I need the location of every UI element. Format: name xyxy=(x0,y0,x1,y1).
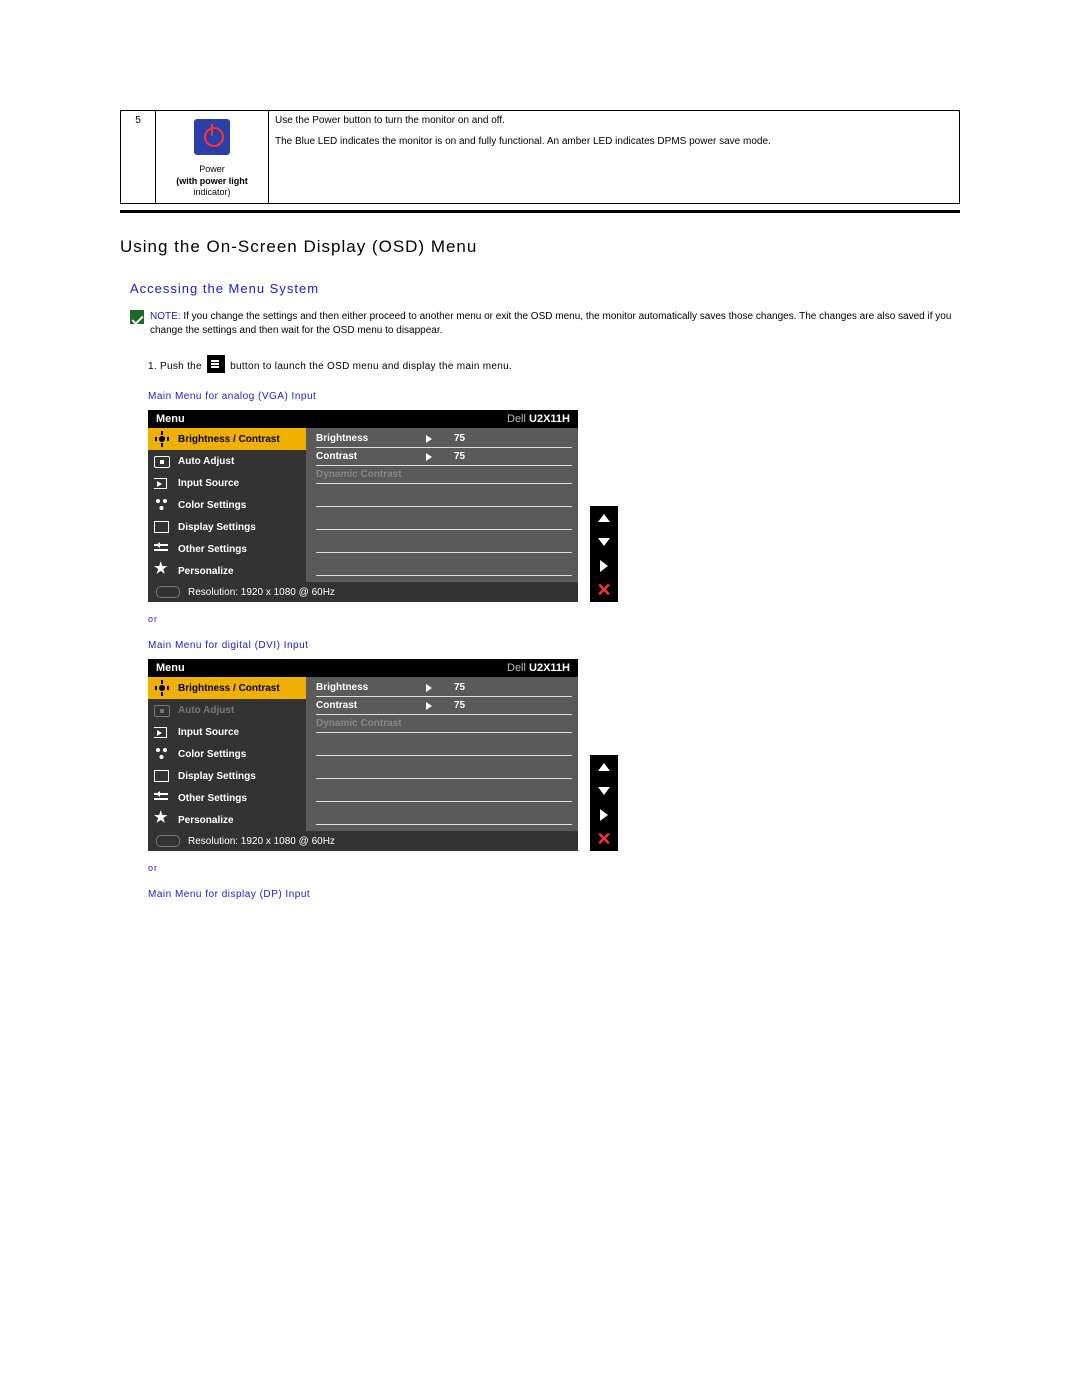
step1-post: button to launch the OSD menu and displa… xyxy=(230,361,512,372)
power-icon xyxy=(194,119,230,155)
osd-brand: Dell xyxy=(507,662,526,674)
brightness-icon xyxy=(154,431,170,447)
opt-blank xyxy=(316,733,572,756)
input-source-icon xyxy=(154,475,170,491)
nav-input-source[interactable]: Input Source xyxy=(148,472,306,494)
auto-adjust-icon xyxy=(154,705,170,717)
energy-icon xyxy=(156,835,180,847)
nav-close-button[interactable]: ✕ xyxy=(590,578,618,602)
osd-brand: Dell xyxy=(507,413,526,425)
label-vga: Main Menu for analog (VGA) Input xyxy=(148,391,960,402)
power-desc-line2: The Blue LED indicates the monitor is on… xyxy=(275,136,953,147)
opt-contrast[interactable]: Contrast75 xyxy=(316,448,572,466)
osd-panel-vga: Menu Dell U2X11H Brightness / Contrast A… xyxy=(148,410,578,602)
label-dp: Main Menu for display (DP) Input xyxy=(148,889,960,900)
opt-dynamic-contrast: Dynamic Contrast xyxy=(316,715,572,733)
personalize-icon xyxy=(154,563,170,579)
osd-panel-dvi: Menu Dell U2X11H Brightness / Contrast A… xyxy=(148,659,578,851)
opt-contrast[interactable]: Contrast75 xyxy=(316,697,572,715)
osd-footer: Resolution: 1920 x 1080 @ 60Hz xyxy=(148,582,578,602)
power-label-2: (with power light xyxy=(162,176,262,188)
osd-side-controls: ✕ xyxy=(590,755,618,851)
osd-model: U2X11H xyxy=(529,413,570,425)
osd-nav: Brightness / Contrast Auto Adjust Input … xyxy=(148,677,306,831)
osd-side-controls: ✕ xyxy=(590,506,618,602)
osd-nav: Brightness / Contrast Auto Adjust Input … xyxy=(148,428,306,582)
opt-blank xyxy=(316,553,572,576)
power-button-cell: Power (with power light indicator) xyxy=(156,111,269,204)
step-1: 1. Push the button to launch the OSD men… xyxy=(148,355,960,373)
opt-blank xyxy=(316,530,572,553)
power-label-1: Power xyxy=(162,164,262,176)
nav-display-settings[interactable]: Display Settings xyxy=(148,516,306,538)
step1-pre: 1. Push the xyxy=(148,361,202,372)
nav-input-source[interactable]: Input Source xyxy=(148,721,306,743)
note-label: NOTE: xyxy=(150,311,181,322)
power-label-3: indicator) xyxy=(162,187,262,199)
power-description: Use the Power button to turn the monitor… xyxy=(269,111,960,204)
nav-down-button[interactable] xyxy=(590,779,618,803)
nav-enter-button[interactable] xyxy=(590,803,618,827)
osd-model: U2X11H xyxy=(529,662,570,674)
osd-main: Brightness75 Contrast75 Dynamic Contrast xyxy=(306,677,578,831)
opt-brightness[interactable]: Brightness75 xyxy=(316,679,572,697)
nav-enter-button[interactable] xyxy=(590,554,618,578)
input-source-icon xyxy=(154,724,170,740)
arrow-right-icon xyxy=(426,684,432,692)
or-label-1: or xyxy=(148,614,960,624)
arrow-right-icon xyxy=(426,453,432,461)
nav-up-button[interactable] xyxy=(590,755,618,779)
color-settings-icon xyxy=(154,497,170,513)
feature-table: 5 Power (with power light indicator) Use… xyxy=(120,110,960,204)
other-settings-icon xyxy=(154,790,170,806)
row-index: 5 xyxy=(121,111,156,204)
osd-main: Brightness75 Contrast75 Dynamic Contrast xyxy=(306,428,578,582)
note-block: NOTE: If you change the settings and the… xyxy=(130,310,960,337)
separator xyxy=(120,210,960,213)
nav-brightness[interactable]: Brightness / Contrast xyxy=(148,428,306,450)
nav-brightness[interactable]: Brightness / Contrast xyxy=(148,677,306,699)
nav-other-settings[interactable]: Other Settings xyxy=(148,787,306,809)
opt-blank xyxy=(316,484,572,507)
osd-title: Menu xyxy=(156,413,185,425)
nav-personalize[interactable]: Personalize xyxy=(148,809,306,831)
nav-up-button[interactable] xyxy=(590,506,618,530)
note-text: If you change the settings and then eith… xyxy=(150,311,951,336)
opt-blank xyxy=(316,802,572,825)
other-settings-icon xyxy=(154,541,170,557)
opt-blank xyxy=(316,507,572,530)
osd-title: Menu xyxy=(156,662,185,674)
or-label-2: or xyxy=(148,863,960,873)
nav-other-settings[interactable]: Other Settings xyxy=(148,538,306,560)
nav-color-settings[interactable]: Color Settings xyxy=(148,494,306,516)
personalize-icon xyxy=(154,812,170,828)
arrow-right-icon xyxy=(426,435,432,443)
menu-button-icon xyxy=(207,355,225,373)
energy-icon xyxy=(156,586,180,598)
nav-close-button[interactable]: ✕ xyxy=(590,827,618,851)
section-subheading: Accessing the Menu System xyxy=(130,281,960,296)
auto-adjust-icon xyxy=(154,456,170,468)
opt-brightness[interactable]: Brightness75 xyxy=(316,430,572,448)
nav-auto-adjust[interactable]: Auto Adjust xyxy=(148,450,306,472)
opt-blank xyxy=(316,779,572,802)
section-heading: Using the On-Screen Display (OSD) Menu xyxy=(120,237,960,257)
opt-dynamic-contrast: Dynamic Contrast xyxy=(316,466,572,484)
display-settings-icon xyxy=(154,770,169,782)
arrow-right-icon xyxy=(426,702,432,710)
nav-display-settings[interactable]: Display Settings xyxy=(148,765,306,787)
label-dvi: Main Menu for digital (DVI) Input xyxy=(148,640,960,651)
display-settings-icon xyxy=(154,521,169,533)
nav-color-settings[interactable]: Color Settings xyxy=(148,743,306,765)
opt-blank xyxy=(316,756,572,779)
nav-down-button[interactable] xyxy=(590,530,618,554)
note-icon xyxy=(130,310,144,324)
power-desc-line1: Use the Power button to turn the monitor… xyxy=(275,115,953,126)
nav-auto-adjust: Auto Adjust xyxy=(148,699,306,721)
brightness-icon xyxy=(154,680,170,696)
osd-footer: Resolution: 1920 x 1080 @ 60Hz xyxy=(148,831,578,851)
nav-personalize[interactable]: Personalize xyxy=(148,560,306,582)
color-settings-icon xyxy=(154,746,170,762)
